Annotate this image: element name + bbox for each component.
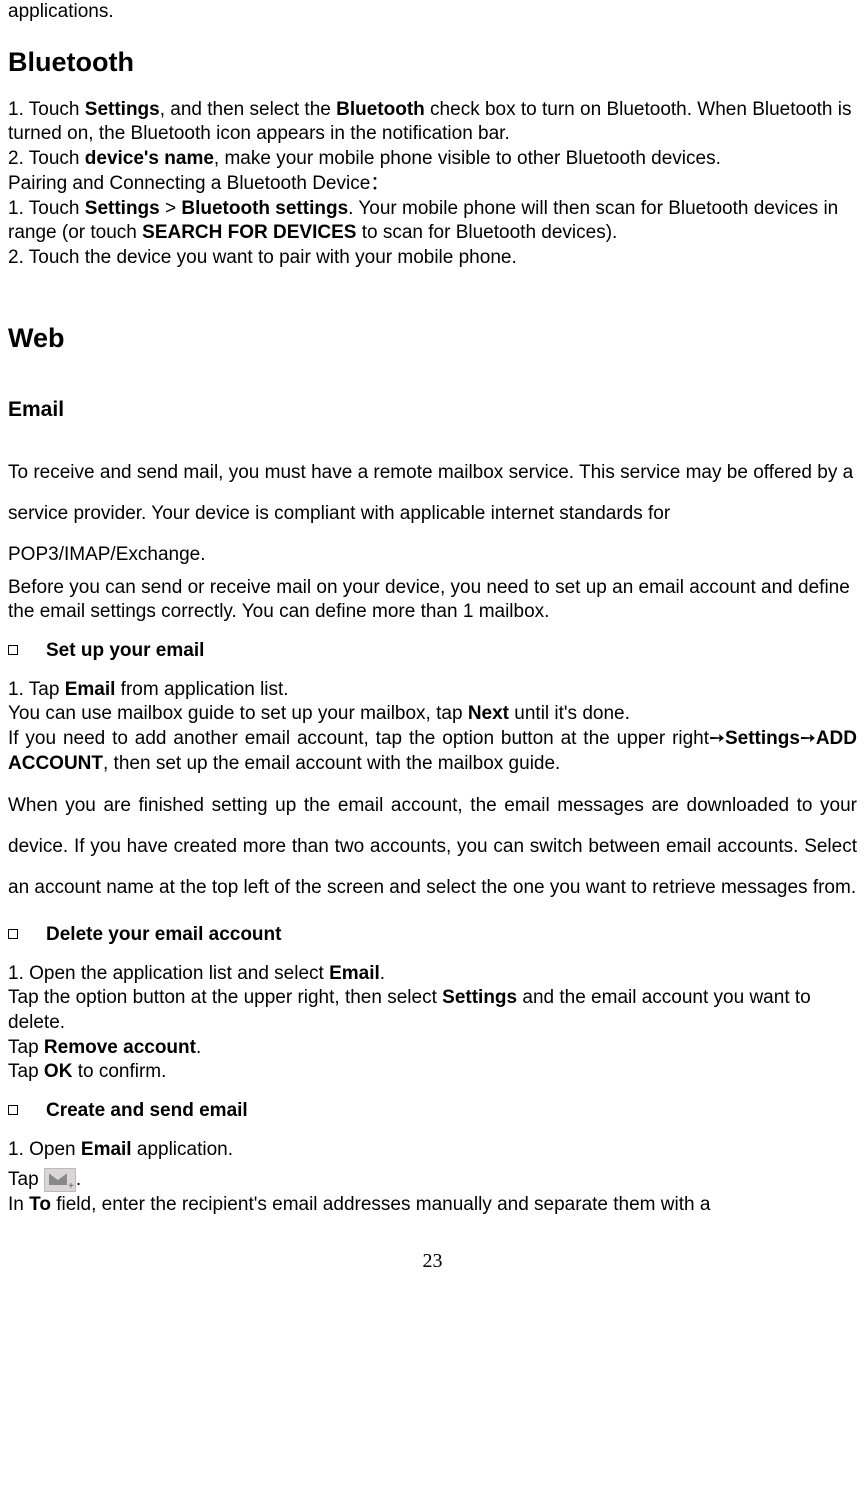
text: . bbox=[196, 1037, 201, 1058]
text: . bbox=[76, 1169, 81, 1190]
text: application. bbox=[132, 1139, 233, 1160]
bullet-icon bbox=[8, 1105, 18, 1115]
search-devices-label: SEARCH FOR DEVICES bbox=[142, 222, 356, 243]
setup-email-bullet: Set up your email bbox=[8, 639, 857, 664]
bluetooth-pair-step2: 2. Touch the device you want to pair wit… bbox=[8, 246, 857, 271]
setup-step1: 1. Tap Email from application list. bbox=[8, 678, 857, 703]
settings-label: Settings bbox=[442, 987, 517, 1008]
compose-icon bbox=[44, 1168, 76, 1192]
text: , make your mobile phone visible to othe… bbox=[214, 148, 721, 169]
to-field-label: To bbox=[29, 1194, 51, 1215]
settings-label: Settings bbox=[85, 99, 160, 120]
email-before-setup: Before you can send or receive mail on y… bbox=[8, 576, 857, 625]
email-label: Email bbox=[81, 1139, 132, 1160]
text: 1. Touch bbox=[8, 99, 85, 120]
bluetooth-heading: Bluetooth bbox=[8, 45, 857, 80]
bluetooth-pair-step1: 1. Touch Settings > Bluetooth settings. … bbox=[8, 197, 857, 246]
create-email-title: Create and send email bbox=[46, 1099, 248, 1124]
delete-email-bullet: Delete your email account bbox=[8, 923, 857, 948]
bluetooth-label: Bluetooth bbox=[336, 99, 425, 120]
text: Tap bbox=[8, 1037, 44, 1058]
next-label: Next bbox=[468, 703, 509, 724]
device-name-label: device's name bbox=[85, 148, 214, 169]
settings-label: Settings bbox=[85, 198, 160, 219]
arrow-icon: ➙ bbox=[800, 728, 816, 749]
delete-step4: Tap OK to confirm. bbox=[8, 1060, 857, 1085]
remove-account-label: Remove account bbox=[44, 1037, 196, 1058]
text: 1. Open the application list and select bbox=[8, 963, 329, 984]
text: , and then select the bbox=[160, 99, 336, 120]
delete-step3: Tap Remove account. bbox=[8, 1036, 857, 1061]
text: , then set up the email account with the… bbox=[103, 753, 560, 774]
ok-label: OK bbox=[44, 1061, 73, 1082]
text: Tap bbox=[8, 1169, 44, 1190]
page-number: 23 bbox=[8, 1248, 857, 1274]
text: 1. Tap bbox=[8, 679, 65, 700]
text: You can use mailbox guide to set up your… bbox=[8, 703, 468, 724]
delete-step2: Tap the option button at the upper right… bbox=[8, 986, 857, 1035]
top-fragment: applications. bbox=[8, 0, 857, 25]
text: until it's done. bbox=[509, 703, 630, 724]
arrow-icon: ➙ bbox=[709, 728, 725, 749]
email-heading: Email bbox=[8, 396, 857, 423]
text: Tap bbox=[8, 1061, 44, 1082]
text: field, enter the recipient's email addre… bbox=[51, 1194, 710, 1215]
text: from application list. bbox=[115, 679, 288, 700]
text: Tap the option button at the upper right… bbox=[8, 987, 442, 1008]
create-step1: 1. Open Email application. bbox=[8, 1138, 857, 1163]
text: If you need to add another email account… bbox=[8, 728, 709, 749]
bluetooth-settings-label: Bluetooth settings bbox=[181, 198, 348, 219]
email-intro: To receive and send mail, you must have … bbox=[8, 453, 857, 576]
bullet-icon bbox=[8, 645, 18, 655]
setup-add-another: If you need to add another email account… bbox=[8, 727, 857, 776]
delete-email-title: Delete your email account bbox=[46, 923, 281, 948]
text: 1. Touch bbox=[8, 198, 85, 219]
text: . bbox=[380, 963, 385, 984]
text: > bbox=[160, 198, 182, 219]
bullet-icon bbox=[8, 929, 18, 939]
text: to confirm. bbox=[72, 1061, 166, 1082]
email-label: Email bbox=[65, 679, 116, 700]
setup-guide-line: You can use mailbox guide to set up your… bbox=[8, 702, 857, 727]
delete-step1: 1. Open the application list and select … bbox=[8, 962, 857, 987]
setup-email-title: Set up your email bbox=[46, 639, 204, 664]
create-step2: Tap . bbox=[8, 1168, 857, 1193]
settings-label: Settings bbox=[725, 728, 800, 749]
text: 2. Touch bbox=[8, 148, 85, 169]
setup-finished: When you are finished setting up the ema… bbox=[8, 786, 857, 909]
bluetooth-step1: 1. Touch Settings, and then select the B… bbox=[8, 98, 857, 147]
text: 1. Open bbox=[8, 1139, 81, 1160]
text: In bbox=[8, 1194, 29, 1215]
email-label: Email bbox=[329, 963, 380, 984]
bluetooth-step2: 2. Touch device's name, make your mobile… bbox=[8, 147, 857, 172]
text: to scan for Bluetooth devices). bbox=[356, 222, 617, 243]
bluetooth-pairing-heading: Pairing and Connecting a Bluetooth Devic… bbox=[8, 172, 857, 197]
create-step3: In To field, enter the recipient's email… bbox=[8, 1193, 857, 1218]
create-email-bullet: Create and send email bbox=[8, 1099, 857, 1124]
web-heading: Web bbox=[8, 321, 857, 356]
